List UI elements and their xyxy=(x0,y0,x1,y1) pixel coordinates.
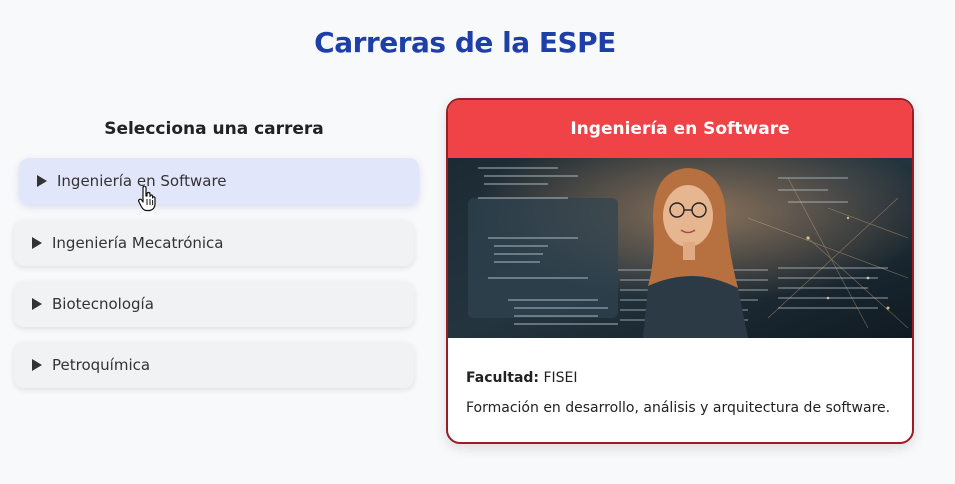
career-item-mecatronica[interactable]: Ingeniería Mecatrónica xyxy=(14,220,414,266)
faculty-line: Facultad: FISEI xyxy=(466,370,894,386)
hand-pointer-cursor-icon xyxy=(138,186,156,212)
card-header: Ingeniería en Software xyxy=(448,100,912,158)
career-item-software[interactable]: Ingeniería en Software xyxy=(19,158,419,204)
page-title: Carreras de la ESPE xyxy=(314,26,616,59)
career-item-label: Petroquímica xyxy=(52,356,151,374)
career-item-label: Biotecnología xyxy=(52,295,154,313)
career-image xyxy=(448,158,912,338)
selector-title: Selecciona una carrera xyxy=(104,119,324,139)
expand-triangle-icon xyxy=(32,298,42,310)
career-detail-card: Ingeniería en Software Facultad: FISEI F… xyxy=(446,98,914,444)
career-item-label: Ingeniería Mecatrónica xyxy=(52,234,224,252)
career-description: Formación en desarrollo, análisis y arqu… xyxy=(466,400,891,416)
faculty-value: FISEI xyxy=(543,370,578,386)
expand-triangle-icon xyxy=(37,175,47,187)
career-item-biotecnologia[interactable]: Biotecnología xyxy=(14,281,414,327)
faculty-label: Facultad: xyxy=(466,370,540,386)
expand-triangle-icon xyxy=(32,237,42,249)
career-item-petroquimica[interactable]: Petroquímica xyxy=(14,342,414,388)
expand-triangle-icon xyxy=(32,359,42,371)
